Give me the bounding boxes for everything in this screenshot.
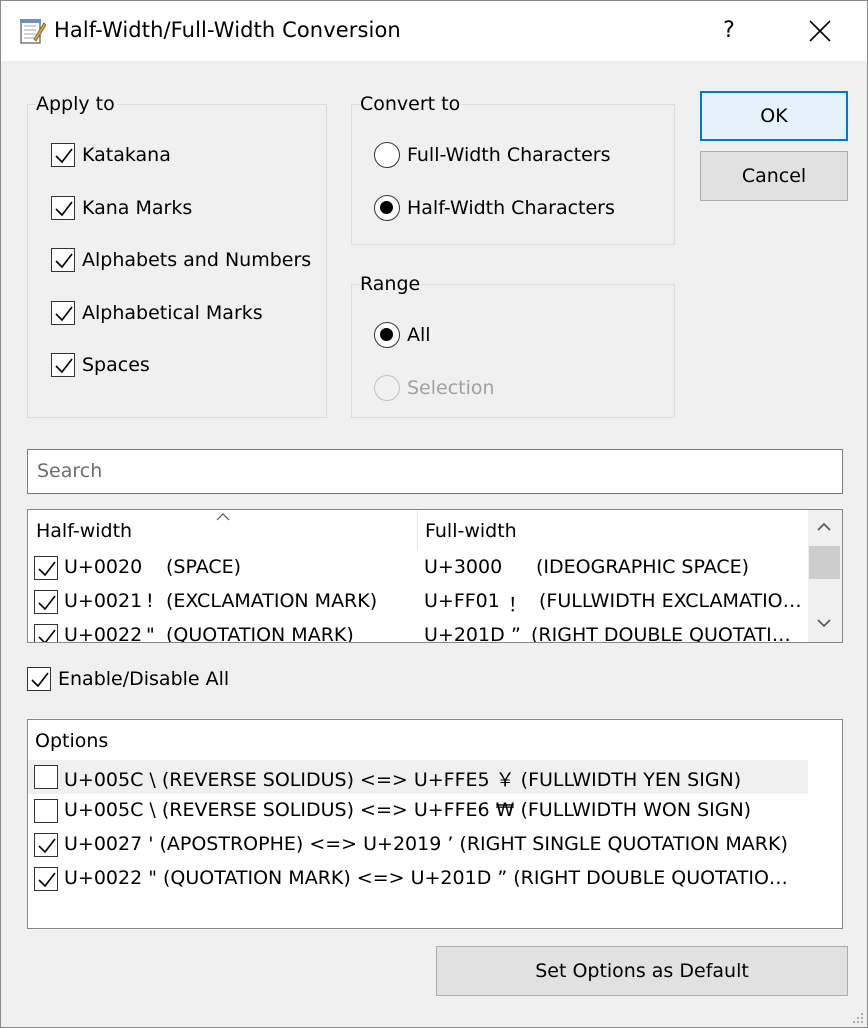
apply-to-group: Apply to Katakana Kana Marks Alphabets a… <box>27 93 327 418</box>
radio-range-selection: Selection <box>374 373 495 403</box>
convert-to-group: Convert to Full-Width Characters Half-Wi… <box>351 93 675 245</box>
column-full-width[interactable]: Full-width <box>425 520 517 542</box>
radio-label: Selection <box>407 377 495 399</box>
radio-label: All <box>407 324 431 346</box>
close-icon <box>809 20 831 42</box>
row-checkbox[interactable] <box>34 867 58 891</box>
help-button[interactable]: ? <box>706 11 752 51</box>
radio-button[interactable] <box>374 142 400 168</box>
checkbox-label: Kana Marks <box>82 197 193 219</box>
checkbox-box[interactable] <box>51 143 75 167</box>
chevron-up-icon[interactable] <box>817 522 831 532</box>
options-header: Options <box>35 730 109 752</box>
row-checkbox[interactable] <box>34 624 58 642</box>
option-text: U+0027 ' (APOSTROPHE) <=> U+2019 ’ (RIGH… <box>64 833 788 855</box>
option-text: U+005C \ (REVERSE SOLIDUS) <=> U+FFE5 ￥ … <box>64 769 742 791</box>
checkbox-alphabets-numbers[interactable]: Alphabets and Numbers <box>51 245 311 275</box>
window-title: Half-Width/Full-Width Conversion <box>54 18 401 42</box>
radio-button[interactable] <box>374 195 400 221</box>
full-code: U+3000 <box>424 556 503 578</box>
radio-label: Full-Width Characters <box>407 144 611 166</box>
search-placeholder: Search <box>37 460 103 482</box>
options-list[interactable]: Options U+005C \ (REVERSE SOLIDUS) <=> U… <box>27 719 843 929</box>
range-group: Range All Selection <box>351 273 675 418</box>
notepad-icon <box>18 17 47 45</box>
convert-to-title: Convert to <box>360 93 463 115</box>
option-text: U+0022 " (QUOTATION MARK) <=> U+201D ” (… <box>64 867 788 889</box>
list-item[interactable]: U+005C \ (REVERSE SOLIDUS) <=> U+FFE6 ₩ … <box>28 794 808 828</box>
table-row[interactable]: U+0022 " (QUOTATION MARK) U+201D ” (RIGH… <box>28 619 808 643</box>
radio-full-width[interactable]: Full-Width Characters <box>374 140 611 170</box>
option-text: U+005C \ (REVERSE SOLIDUS) <=> U+FFE6 ₩ … <box>64 799 752 821</box>
checkbox-enable-disable-all[interactable]: Enable/Disable All <box>27 664 229 694</box>
title-bar: Half-Width/Full-Width Conversion ? <box>1 1 867 61</box>
checkbox-alphabetical-marks[interactable]: Alphabetical Marks <box>51 298 263 328</box>
checkbox-box[interactable] <box>51 196 75 220</box>
range-title: Range <box>360 273 423 295</box>
checkbox-spaces[interactable]: Spaces <box>51 350 150 380</box>
list-item[interactable]: U+0022 " (QUOTATION MARK) <=> U+201D ” (… <box>28 862 808 896</box>
list-scrollbar[interactable] <box>808 510 842 642</box>
apply-to-title: Apply to <box>36 93 117 115</box>
row-checkbox[interactable] <box>34 556 58 580</box>
table-row[interactable]: U+0021 ! (EXCLAMATION MARK) U+FF01 ！ (FU… <box>28 585 808 619</box>
set-options-default-button[interactable]: Set Options as Default <box>436 946 848 996</box>
half-code: U+0020 <box>64 556 143 578</box>
cancel-button[interactable]: Cancel <box>700 151 848 201</box>
row-checkbox[interactable] <box>34 765 58 789</box>
checkbox-label: Alphabetical Marks <box>82 302 263 324</box>
chevron-down-icon[interactable] <box>817 618 831 628</box>
table-row[interactable]: U+0020 (SPACE) U+3000 (IDEOGRAPHIC SPACE… <box>28 551 808 585</box>
checkbox-box[interactable] <box>51 248 75 272</box>
radio-half-width[interactable]: Half-Width Characters <box>374 193 615 223</box>
radio-button <box>374 375 400 401</box>
dialog-window: Half-Width/Full-Width Conversion ? Apply… <box>0 0 868 1028</box>
half-char: ! <box>146 590 154 612</box>
full-code: U+FF01 <box>424 590 500 612</box>
ok-button[interactable]: OK <box>700 91 848 141</box>
radio-range-all[interactable]: All <box>374 320 431 350</box>
column-half-width[interactable]: Half-width <box>36 520 132 542</box>
checkbox-box[interactable] <box>27 667 51 691</box>
full-char: ！ <box>508 594 528 616</box>
checkbox-label: Alphabets and Numbers <box>82 249 312 271</box>
checkbox-label: Spaces <box>82 354 150 376</box>
checkbox-label: Katakana <box>82 144 171 166</box>
full-name: (RIGHT DOUBLE QUOTATI… <box>531 624 791 643</box>
list-item[interactable]: U+0027 ' (APOSTROPHE) <=> U+2019 ’ (RIGH… <box>28 828 808 862</box>
list-header: Half-width Full-width <box>28 510 808 550</box>
checkbox-kana-marks[interactable]: Kana Marks <box>51 193 192 223</box>
half-name: (QUOTATION MARK) <box>166 624 354 643</box>
scrollbar-thumb[interactable] <box>809 546 840 579</box>
half-name: (SPACE) <box>166 556 242 578</box>
full-char: ” <box>511 624 521 643</box>
half-code: U+0022 <box>64 624 143 643</box>
radio-label: Half-Width Characters <box>407 197 615 219</box>
sort-ascending-icon <box>216 513 230 521</box>
close-button[interactable] <box>797 11 843 51</box>
row-checkbox[interactable] <box>34 799 58 823</box>
mapping-list[interactable]: Half-width Full-width U+0020 (SPACE) U+3… <box>27 509 843 643</box>
checkbox-katakana[interactable]: Katakana <box>51 140 171 170</box>
full-name: (FULLWIDTH EXCLAMATIO… <box>539 590 802 612</box>
full-code: U+201D <box>424 624 505 643</box>
checkbox-box[interactable] <box>51 301 75 325</box>
row-checkbox[interactable] <box>34 833 58 857</box>
resize-grip-icon[interactable] <box>850 1010 864 1024</box>
radio-button[interactable] <box>374 322 400 348</box>
full-name: (IDEOGRAPHIC SPACE) <box>536 556 750 578</box>
row-checkbox[interactable] <box>34 590 58 614</box>
half-char: " <box>146 624 155 643</box>
column-divider[interactable] <box>417 510 418 550</box>
search-input[interactable]: Search <box>27 449 843 494</box>
list-item[interactable]: U+005C \ (REVERSE SOLIDUS) <=> U+FFE5 ￥ … <box>28 760 808 794</box>
checkbox-box[interactable] <box>51 353 75 377</box>
half-name: (EXCLAMATION MARK) <box>166 590 378 612</box>
half-code: U+0021 <box>64 590 143 612</box>
checkbox-label: Enable/Disable All <box>58 668 230 690</box>
